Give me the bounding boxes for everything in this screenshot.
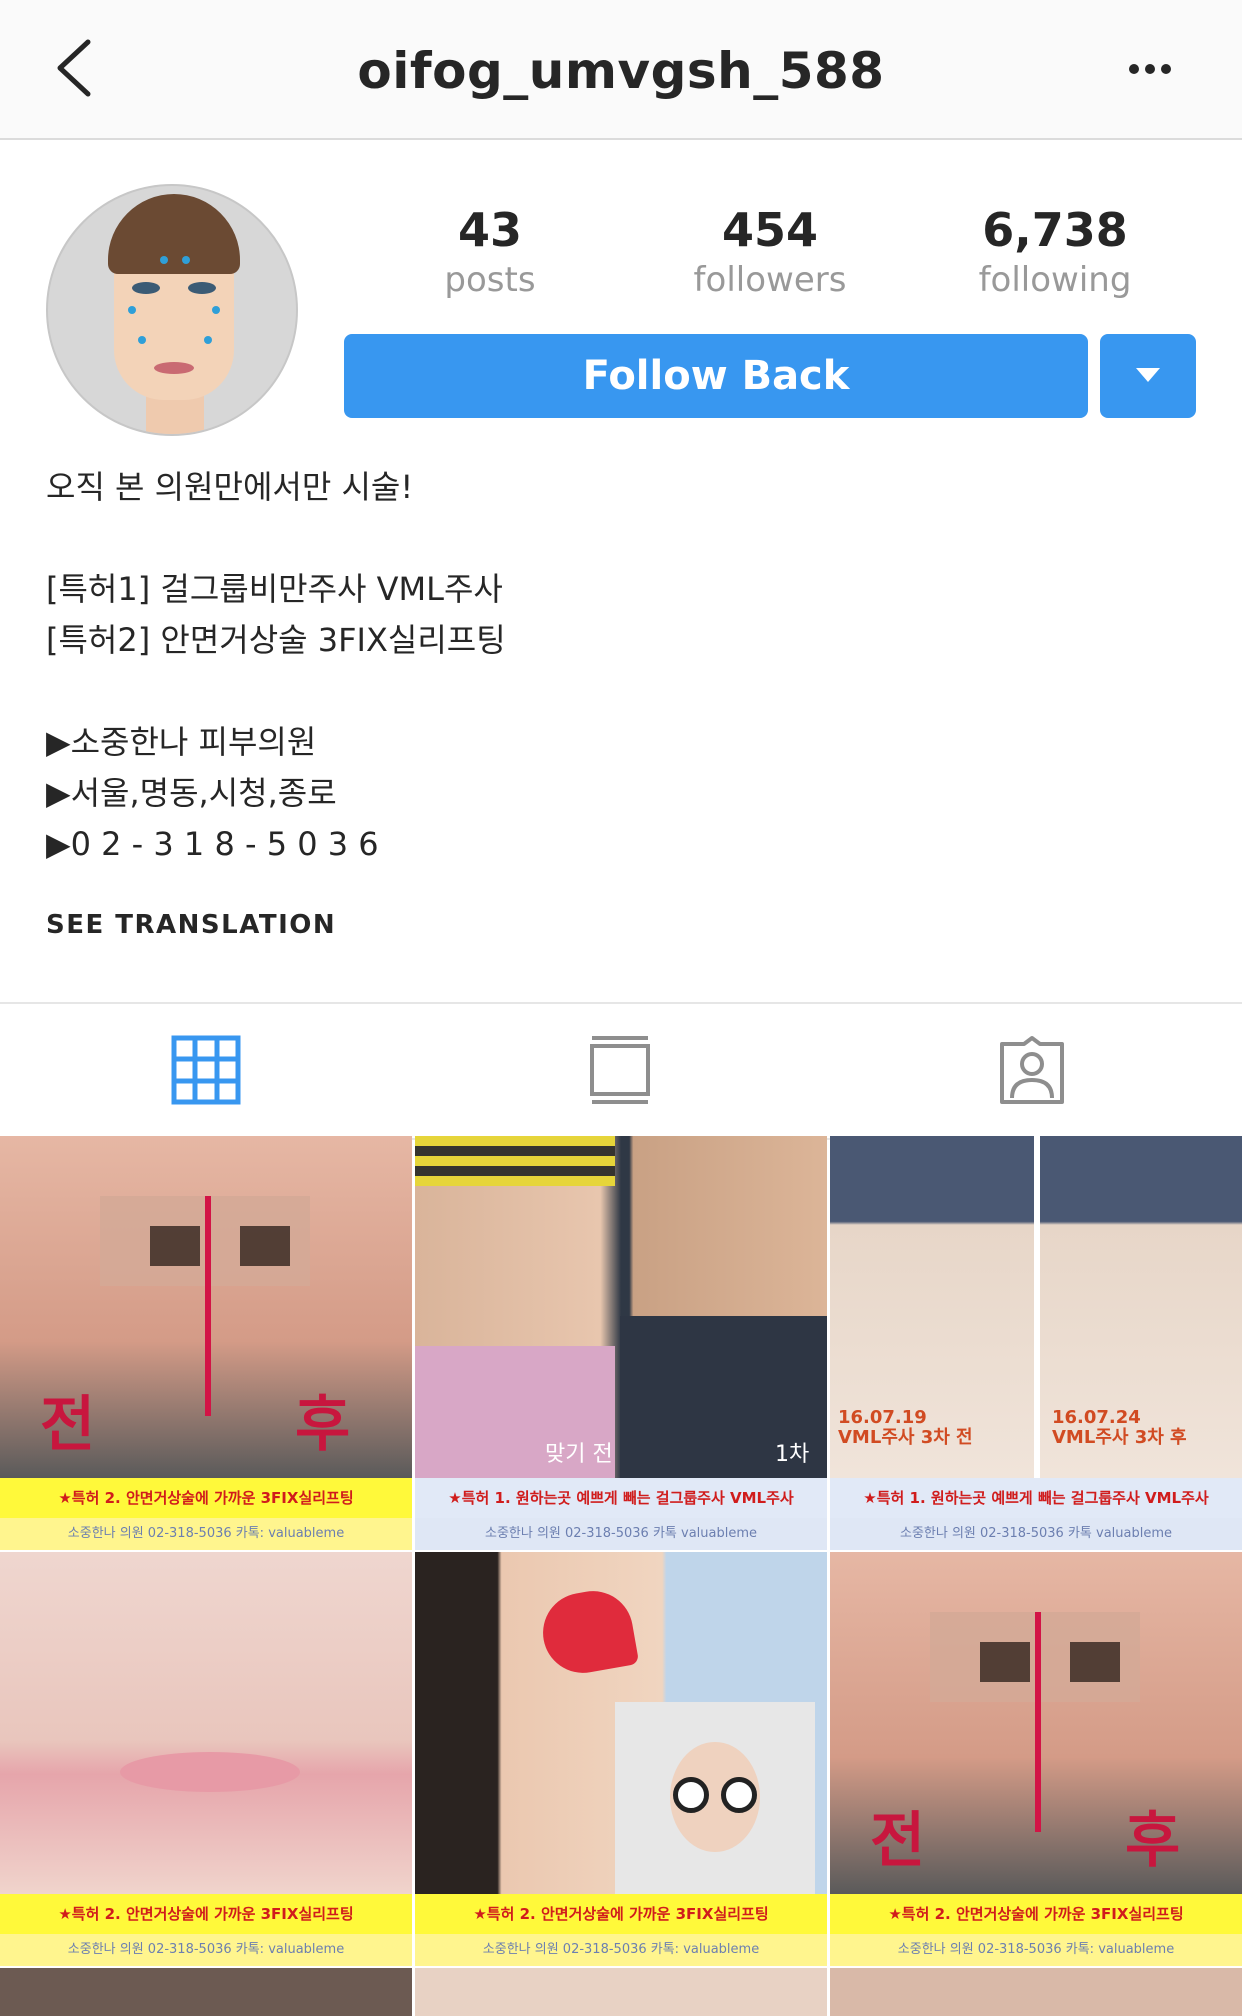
post-thumbnail[interactable] — [830, 1968, 1242, 2016]
post-image — [415, 1552, 827, 1894]
avatar[interactable] — [46, 184, 298, 436]
post-image: 전 후 — [830, 1552, 1242, 1894]
more-horizontal-icon[interactable] — [1126, 52, 1182, 92]
following-label: following — [978, 260, 1132, 300]
post-thumbnail[interactable]: 전 후 ★특허 2. 안면거상술에 가까운 3FIX실리프팅 소중한나 의원 0… — [0, 1136, 412, 1550]
following-count: 6,738 — [982, 203, 1128, 257]
post-caption-title: ★특허 2. 안면거상술에 가까운 3FIX실리프팅 — [0, 1894, 412, 1934]
posts-stat[interactable]: 43 posts — [370, 202, 610, 302]
before-label: 전 — [870, 1806, 926, 1876]
posts-grid: 전 후 ★특허 2. 안면거상술에 가까운 3FIX실리프팅 소중한나 의원 0… — [0, 1136, 1242, 2016]
post-thumbnail[interactable]: ★특허 2. 안면거상술에 가까운 3FIX실리프팅 소중한나 의원 02-31… — [415, 1552, 827, 1966]
post-image: 전 후 — [0, 1136, 412, 1478]
followers-count: 454 — [721, 203, 819, 257]
feed-icon[interactable] — [584, 1034, 656, 1106]
profile-bio: 오직 본 의원만에서만 시술! [특허1] 걸그룹비만주사 VML주사 [특허2… — [46, 468, 506, 863]
posts-count: 43 — [457, 203, 522, 257]
post-image: 맞기 전 1차 — [415, 1136, 827, 1478]
followers-label: followers — [693, 260, 847, 300]
top-bar: oifog_umvgsh_588 — [0, 0, 1242, 140]
after-date-label: 16.07.24 VML주사 3차 후 — [1052, 1407, 1187, 1448]
post-caption-contact: 소중한나 의원 02-318-5036 카톡: valuableme — [0, 1934, 412, 1966]
before-label: 맞기 전 — [545, 1442, 613, 1467]
post-thumbnail[interactable] — [415, 1968, 827, 2016]
post-caption-title: ★특허 2. 안면거상술에 가까운 3FIX실리프팅 — [830, 1894, 1242, 1934]
posts-label: posts — [444, 260, 536, 300]
post-thumbnail[interactable]: 맞기 전 1차 ★특허 1. 원하는곳 예쁘게 빼는 걸그룹주사 VML주사 소… — [415, 1136, 827, 1550]
before-label: 전 — [40, 1390, 96, 1460]
post-caption-title: ★특허 2. 안면거상술에 가까운 3FIX실리프팅 — [0, 1478, 412, 1518]
post-caption-contact: 소중한나 의원 02-318-5036 카톡: valuableme — [830, 1934, 1242, 1966]
followers-stat[interactable]: 454 followers — [650, 202, 890, 302]
post-caption-contact: 소중한나 의원 02-318-5036 카톡 valuableme — [830, 1518, 1242, 1550]
post-caption-contact: 소중한나 의원 02-318-5036 카톡 valuableme — [415, 1518, 827, 1550]
after-label: 후 — [295, 1390, 351, 1460]
post-caption-title: ★특허 2. 안면거상술에 가까운 3FIX실리프팅 — [415, 1894, 827, 1934]
before-date-label: 16.07.19 VML주사 3차 전 — [838, 1407, 973, 1448]
profile-username: oifog_umvgsh_588 — [357, 42, 885, 100]
post-image — [0, 1552, 412, 1894]
see-translation-link[interactable]: SEE TRANSLATION — [46, 910, 336, 940]
grid-icon[interactable] — [170, 1034, 242, 1106]
post-caption-contact: 소중한나 의원 02-318-5036 카톡: valuableme — [415, 1934, 827, 1966]
post-image: 16.07.19 VML주사 3차 전 16.07.24 VML주사 3차 후 — [830, 1136, 1242, 1478]
post-thumbnail[interactable] — [0, 1968, 412, 2016]
profile-tabs — [0, 1002, 1242, 1140]
first-session-label: 1차 — [775, 1442, 810, 1467]
after-label: 후 — [1125, 1806, 1181, 1876]
tagged-icon[interactable] — [996, 1034, 1068, 1106]
triangle-down-icon — [1136, 368, 1160, 382]
post-caption-contact: 소중한나 의원 02-318-5036 카톡: valuableme — [0, 1518, 412, 1550]
profile-stats: 43 posts 454 followers 6,738 following — [370, 202, 1220, 312]
post-thumbnail[interactable]: 전 후 ★특허 2. 안면거상술에 가까운 3FIX실리프팅 소중한나 의원 0… — [830, 1552, 1242, 1966]
follow-back-button[interactable]: Follow Back — [344, 334, 1088, 418]
post-caption-title: ★특허 1. 원하는곳 예쁘게 빼는 걸그룹주사 VML주사 — [830, 1478, 1242, 1518]
post-caption-title: ★특허 1. 원하는곳 예쁘게 빼는 걸그룹주사 VML주사 — [415, 1478, 827, 1518]
suggestions-dropdown-button[interactable] — [1100, 334, 1196, 418]
post-thumbnail[interactable]: 16.07.19 VML주사 3차 전 16.07.24 VML주사 3차 후 … — [830, 1136, 1242, 1550]
post-thumbnail[interactable]: ★특허 2. 안면거상술에 가까운 3FIX실리프팅 소중한나 의원 02-31… — [0, 1552, 412, 1966]
following-stat[interactable]: 6,738 following — [935, 202, 1175, 302]
